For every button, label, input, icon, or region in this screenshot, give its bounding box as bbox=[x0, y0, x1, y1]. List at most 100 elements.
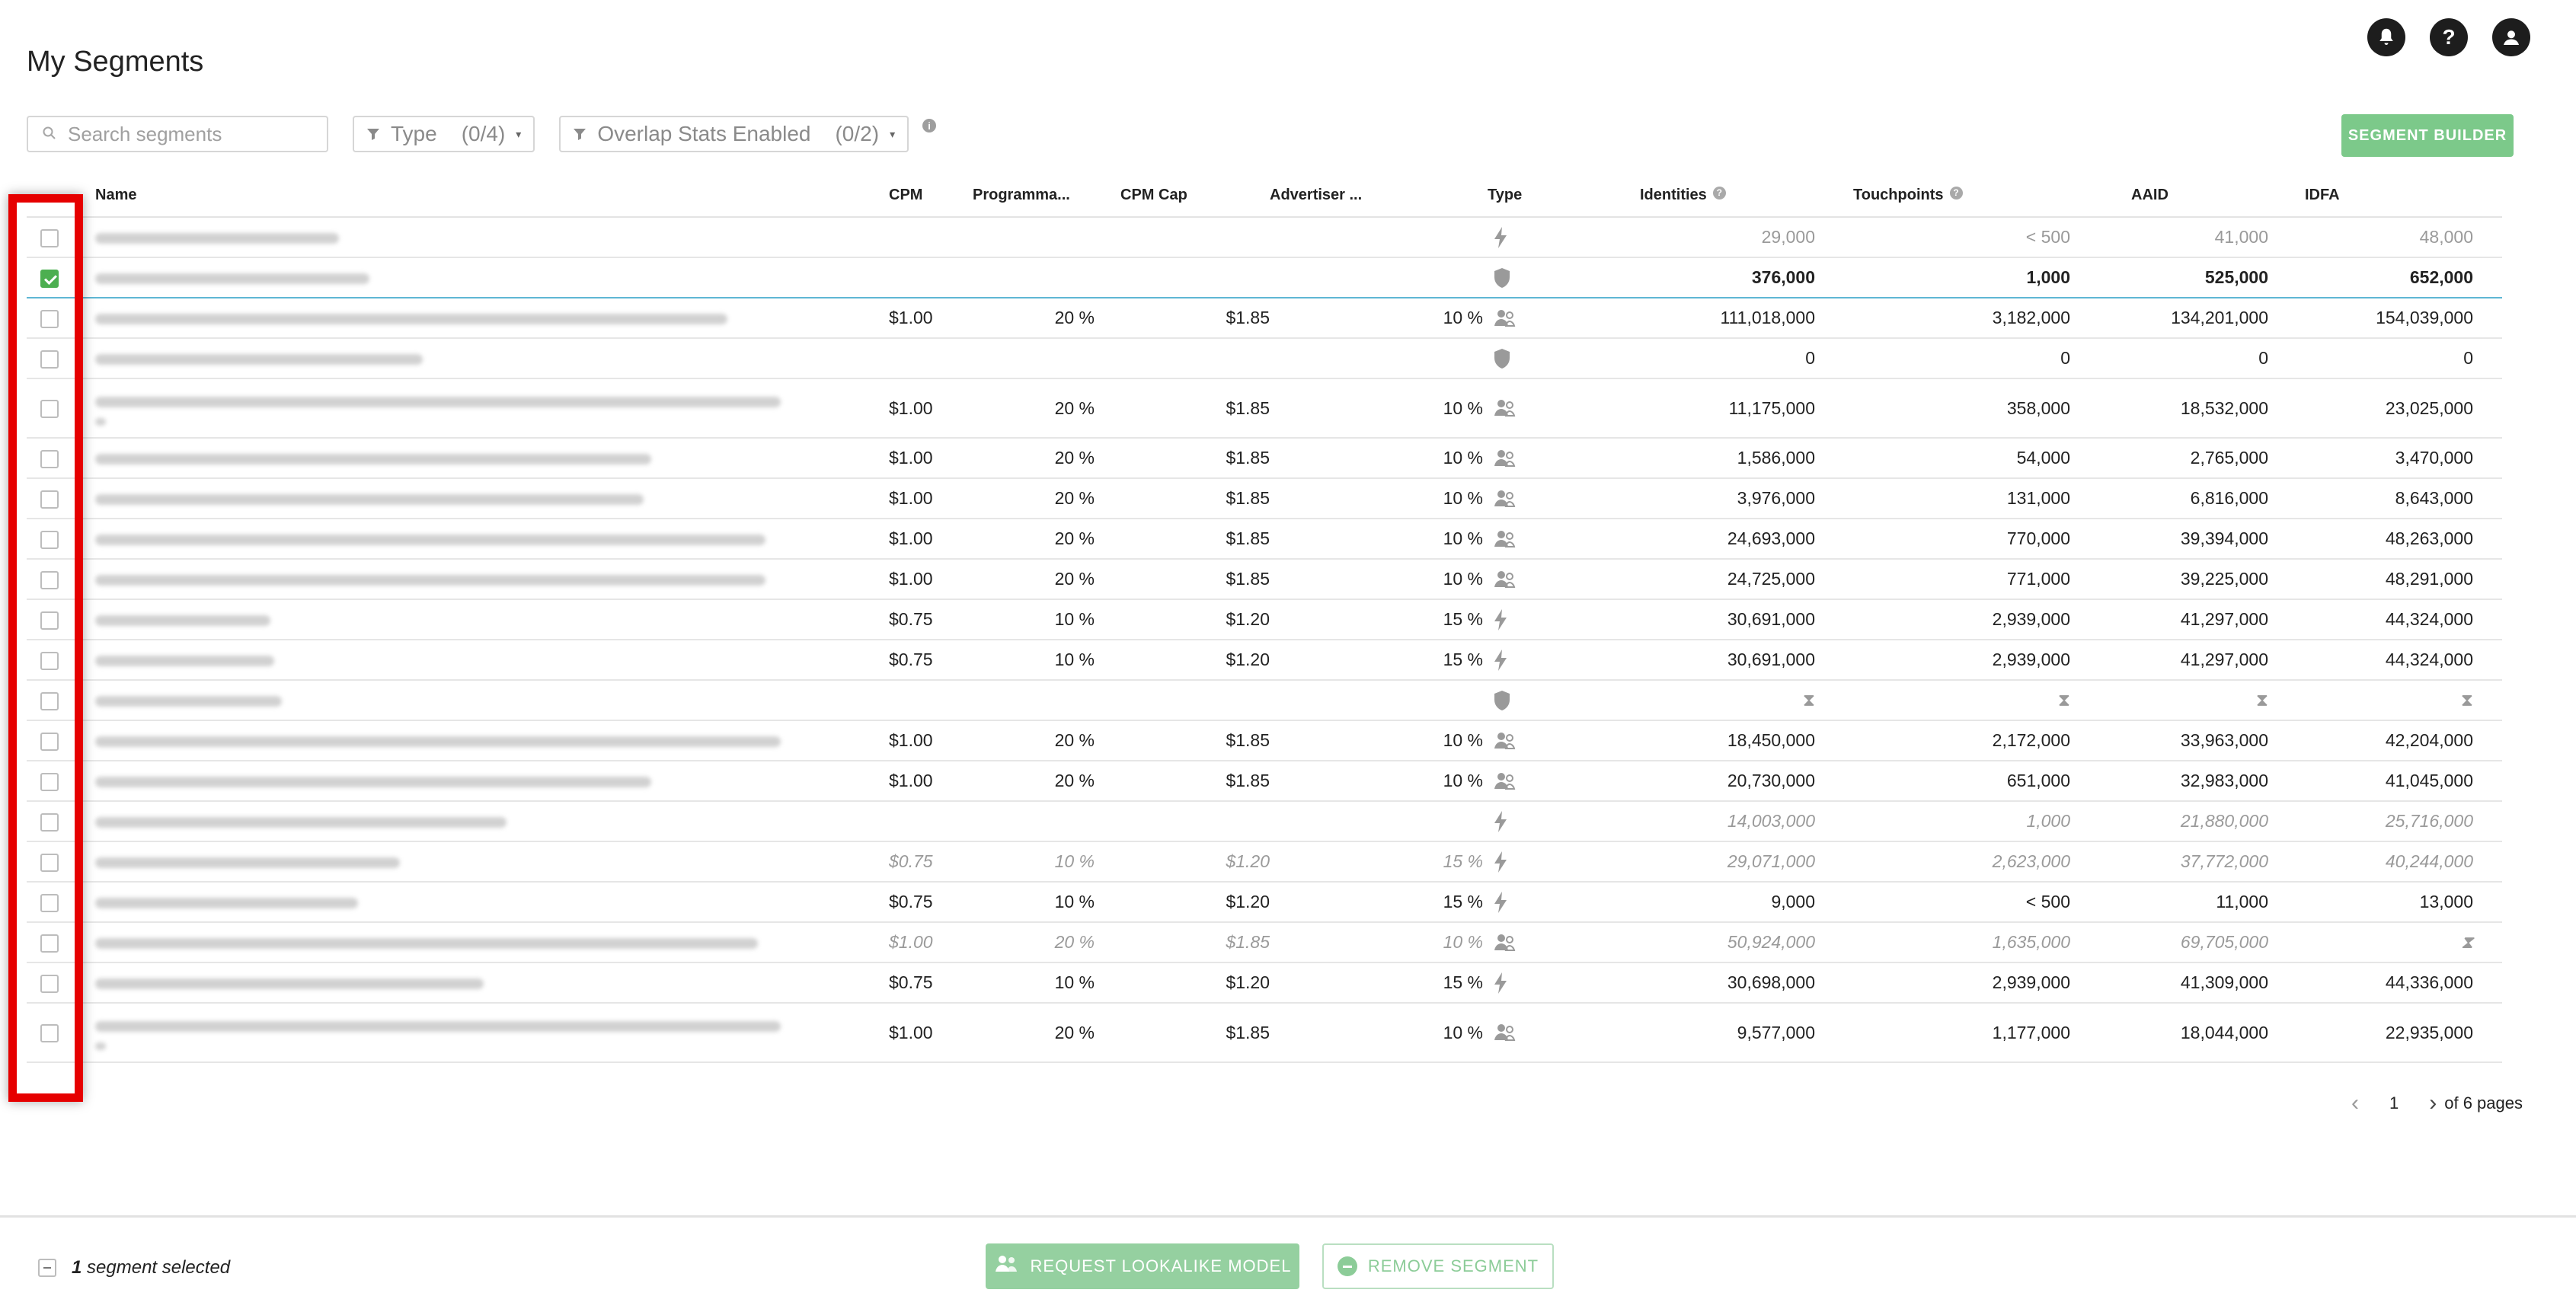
table-row[interactable]: ⧗ ⧗ ⧗ ⧗ bbox=[27, 680, 2502, 721]
user-icon[interactable] bbox=[2492, 18, 2530, 56]
identities-cell: 0 bbox=[1640, 338, 1815, 379]
header-touchpoints[interactable]: Touchpoints? bbox=[1815, 174, 2070, 218]
segment-name-cell[interactable] bbox=[72, 1003, 834, 1063]
chevron-right-icon[interactable]: › bbox=[2429, 1090, 2437, 1116]
overlap-filter[interactable]: Overlap Stats Enabled (0/2) ▾ bbox=[559, 116, 909, 152]
bell-icon[interactable] bbox=[2367, 18, 2405, 56]
row-checkbox[interactable] bbox=[40, 490, 59, 509]
row-checkbox[interactable] bbox=[40, 400, 59, 419]
segment-name-cell[interactable] bbox=[72, 841, 834, 883]
segment-name-cell[interactable] bbox=[72, 801, 834, 842]
table-row[interactable]: $1.00 20 % $1.85 10 % 24,725,000 771,000 39,22… bbox=[27, 559, 2502, 600]
advertiser-cell bbox=[1270, 338, 1488, 379]
segment-builder-button[interactable]: SEGMENT BUILDER bbox=[2341, 114, 2514, 157]
segment-name-cell[interactable] bbox=[72, 882, 834, 923]
segment-name-cell[interactable] bbox=[72, 922, 834, 963]
table-row[interactable]: $1.00 20 % $1.85 10 % 20,730,000 651,000 32,98… bbox=[27, 761, 2502, 802]
segment-name-cell[interactable] bbox=[72, 720, 834, 761]
table-row[interactable]: $1.00 20 % $1.85 10 % 9,577,000 1,177,000 18,0… bbox=[27, 1003, 2502, 1063]
table-row[interactable]: $1.00 20 % $1.85 10 % 24,693,000 770,000 39,39… bbox=[27, 519, 2502, 560]
header-cpm[interactable]: CPM bbox=[834, 174, 933, 218]
segment-name-redacted bbox=[95, 493, 644, 505]
row-checkbox[interactable] bbox=[40, 449, 59, 468]
remove-segment-button[interactable]: REMOVE SEGMENT bbox=[1322, 1243, 1554, 1289]
help-icon[interactable]: ? bbox=[1712, 186, 1726, 200]
type-filter[interactable]: Type (0/4) ▾ bbox=[353, 116, 535, 152]
header-programmatic[interactable]: Programma... bbox=[933, 174, 1120, 218]
segment-name-cell[interactable] bbox=[72, 378, 834, 439]
advertiser-cell: 15 % bbox=[1270, 882, 1488, 923]
header-name[interactable]: Name bbox=[72, 174, 834, 218]
segment-name-cell[interactable] bbox=[72, 478, 834, 519]
table-row[interactable]: $1.00 20 % $1.85 10 % 1,586,000 54,000 2,765,0… bbox=[27, 438, 2502, 479]
row-checkbox[interactable] bbox=[40, 691, 59, 710]
advertiser-cell: 10 % bbox=[1270, 519, 1488, 560]
table-row[interactable]: $0.75 10 % $1.20 15 % 30,691,000 2,939,000 41,… bbox=[27, 640, 2502, 681]
segment-name-cell[interactable] bbox=[72, 519, 834, 560]
row-checkbox[interactable] bbox=[40, 772, 59, 791]
row-checkbox[interactable] bbox=[40, 269, 59, 288]
segment-name-cell[interactable] bbox=[72, 438, 834, 479]
row-checkbox[interactable] bbox=[40, 812, 59, 832]
toolbar: Type (0/4) ▾ Overlap Stats Enabled (0/2)… bbox=[27, 116, 937, 152]
segment-name-cell[interactable] bbox=[72, 640, 834, 681]
table-row[interactable]: $1.00 20 % $1.85 10 % 111,018,000 3,182,000 13… bbox=[27, 298, 2502, 339]
row-checkbox[interactable] bbox=[40, 611, 59, 630]
identities-cell: 18,450,000 bbox=[1640, 720, 1815, 761]
table-row[interactable]: 14,003,000 1,000 21,880,000 25,716,000 bbox=[27, 801, 2502, 842]
segment-name-cell[interactable] bbox=[72, 298, 834, 339]
row-select-cell bbox=[27, 841, 72, 883]
help-icon[interactable]: ? bbox=[1949, 186, 1963, 200]
type-cell bbox=[1488, 438, 1640, 479]
table-row[interactable]: 0000 bbox=[27, 338, 2502, 379]
type-cell bbox=[1488, 680, 1640, 721]
info-icon[interactable]: i bbox=[922, 119, 937, 132]
header-type[interactable]: Type bbox=[1488, 174, 1640, 218]
table-row[interactable]: $1.00 20 % $1.85 10 % 50,924,000 1,635,000 69,… bbox=[27, 922, 2502, 963]
current-page[interactable]: 1 bbox=[2389, 1093, 2399, 1113]
row-checkbox[interactable] bbox=[40, 651, 59, 670]
header-identities[interactable]: Identities? bbox=[1640, 174, 1815, 218]
row-checkbox[interactable] bbox=[40, 309, 59, 328]
segment-name-cell[interactable] bbox=[72, 761, 834, 802]
segment-name-cell[interactable] bbox=[72, 599, 834, 640]
header-cpm-cap[interactable]: CPM Cap bbox=[1120, 174, 1270, 218]
segment-name-cell[interactable] bbox=[72, 217, 834, 258]
row-checkbox[interactable] bbox=[40, 853, 59, 872]
search-input[interactable] bbox=[66, 121, 313, 147]
row-checkbox[interactable] bbox=[40, 732, 59, 751]
table-row[interactable]: $0.75 10 % $1.20 15 % 9,000 < 500 11,000 13,000 bbox=[27, 882, 2502, 923]
chevron-left-icon[interactable]: ‹ bbox=[2351, 1090, 2359, 1116]
help-icon[interactable]: ? bbox=[2430, 18, 2468, 56]
table-row[interactable]: $0.75 10 % $1.20 15 % 30,698,000 2,939,000 41,… bbox=[27, 962, 2502, 1004]
segment-name-cell[interactable] bbox=[72, 962, 834, 1004]
header-aaid[interactable]: AAID bbox=[2070, 174, 2268, 218]
table-row[interactable]: 29,000 < 500 41,000 48,000 bbox=[27, 217, 2502, 258]
row-checkbox[interactable] bbox=[40, 530, 59, 549]
idfa-cell: 44,324,000 bbox=[2268, 599, 2502, 640]
table-row[interactable]: $1.00 20 % $1.85 10 % 11,175,000 358,000 18,53… bbox=[27, 378, 2502, 439]
table-row[interactable]: $0.75 10 % $1.20 15 % 30,691,000 2,939,000 41,… bbox=[27, 599, 2502, 640]
row-checkbox[interactable] bbox=[40, 228, 59, 247]
row-checkbox[interactable] bbox=[40, 974, 59, 993]
type-cell bbox=[1488, 599, 1640, 640]
programmatic-cell: 20 % bbox=[933, 922, 1120, 963]
table-row[interactable]: $1.00 20 % $1.85 10 % 3,976,000 131,000 6,816,… bbox=[27, 478, 2502, 519]
request-lookalike-button[interactable]: REQUEST LOOKALIKE MODEL bbox=[986, 1243, 1299, 1289]
table-row[interactable]: $1.00 20 % $1.85 10 % 18,450,000 2,172,000 33,… bbox=[27, 720, 2502, 761]
row-checkbox[interactable] bbox=[40, 934, 59, 953]
header-advertiser[interactable]: Advertiser ... bbox=[1270, 174, 1488, 218]
table-row[interactable]: $0.75 10 % $1.20 15 % 29,071,000 2,623,000 37,… bbox=[27, 841, 2502, 883]
segment-name-cell[interactable] bbox=[72, 559, 834, 600]
row-checkbox[interactable] bbox=[40, 893, 59, 912]
table-row[interactable]: 376,000 1,000 525,000 652,000 bbox=[27, 257, 2502, 298]
row-checkbox[interactable] bbox=[40, 350, 59, 369]
row-checkbox[interactable] bbox=[40, 570, 59, 589]
segment-name-cell[interactable] bbox=[72, 257, 834, 298]
deselect-all-checkbox[interactable] bbox=[38, 1259, 56, 1277]
segment-name-cell[interactable] bbox=[72, 680, 834, 721]
header-idfa[interactable]: IDFA bbox=[2268, 174, 2502, 218]
segment-name-cell[interactable] bbox=[72, 338, 834, 379]
identities-cell: 376,000 bbox=[1640, 257, 1815, 298]
row-checkbox[interactable] bbox=[40, 1024, 59, 1043]
